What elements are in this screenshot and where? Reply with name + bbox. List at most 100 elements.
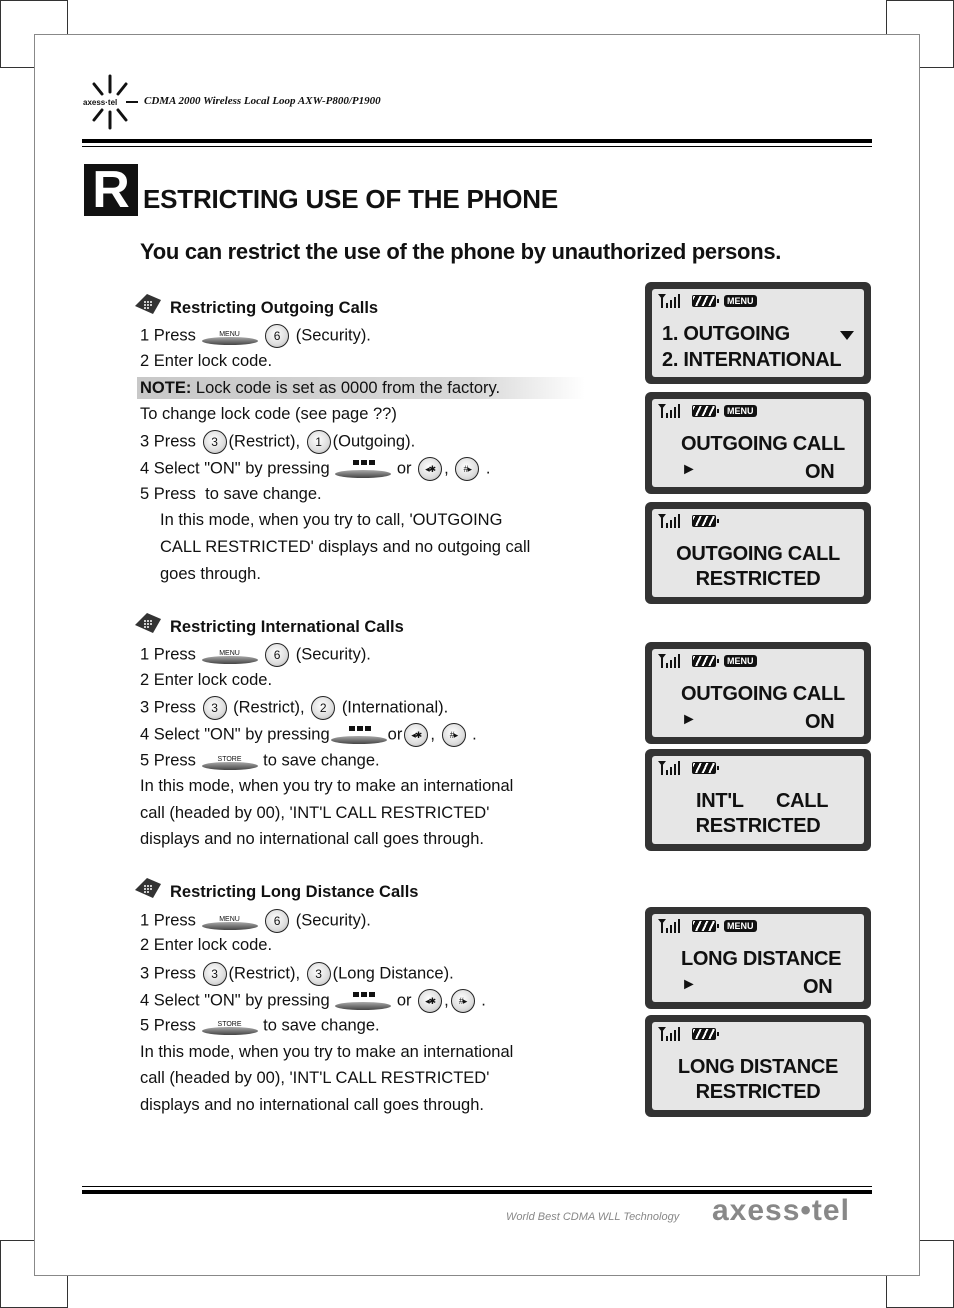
battery-icon	[692, 655, 719, 667]
lcd-line-2: 2. INTERNATIONAL	[662, 349, 842, 371]
status-bar	[658, 1026, 719, 1042]
battery-icon	[692, 920, 719, 932]
hash-right-key-icon: #▸	[441, 723, 466, 747]
lcd-line-1: 1. OUTGOING	[662, 323, 790, 345]
menu-badge: MENU	[724, 920, 757, 932]
lcd-screen-intl-restricted: INT'L CALL RESTRICTED	[645, 749, 871, 851]
lcd-screen-outgoing-on-2: MENU OUTGOING CALL ► ON	[645, 642, 871, 744]
battery-icon	[692, 1028, 719, 1040]
step-text: ,	[444, 459, 449, 478]
header-rule-thin	[82, 146, 872, 147]
digit-key-icon: 3	[202, 430, 227, 454]
note-body: Lock code is set as 0000 from the factor…	[191, 379, 501, 397]
lcd-screen-outgoing-restricted: OUTGOING CALL RESTRICTED	[645, 502, 871, 604]
header-rule	[82, 139, 872, 143]
digit-key-icon: 6	[265, 643, 290, 667]
footer-slogan: World Best CDMA WLL Technology	[506, 1211, 680, 1223]
footer-brand-logo: axess•tel	[712, 1194, 850, 1227]
step-text: 3 Press	[140, 698, 196, 717]
step-1-long-distance: 1 Press MENU 6 (Security).	[140, 909, 371, 933]
step-3-long-distance: 3 Press 3 (Restrict), 3 (Long Distance).	[140, 962, 454, 986]
step-text: ,	[444, 991, 449, 1010]
footer-rule-thin	[82, 1186, 872, 1187]
description-line: call (headed by 00), 'INT'L CALL RESTRIC…	[140, 804, 490, 822]
step-text: to save change.	[205, 485, 322, 503]
description-line: displays and no international call goes …	[140, 830, 484, 848]
lcd-value: ON	[805, 711, 835, 733]
digit-key-icon: 2	[311, 696, 336, 720]
step-text: .	[481, 991, 486, 1010]
digit-key-icon: 6	[265, 909, 290, 933]
step-1-outgoing: 1 Press MENU 6 (Security).	[140, 324, 371, 348]
star-left-key-icon: ◂✱	[418, 457, 443, 481]
step-text: 5 Press	[140, 751, 196, 770]
menu-key-icon: MENU	[201, 325, 258, 347]
telephone-icon	[135, 294, 161, 314]
nav-key-icon	[335, 990, 392, 1012]
step-4-international: 4 Select "ON" by pressing or ◂✱, #▸ .	[140, 723, 477, 747]
change-code-text: To change lock code (see page ??)	[140, 405, 397, 423]
step-text: 3 Press	[140, 964, 196, 983]
step-text: ,	[430, 725, 435, 744]
lcd-line-1b: CALL	[776, 790, 829, 812]
nav-key-icon	[330, 724, 387, 746]
step-5-long-distance: 5 Press STORE to save change.	[140, 1015, 380, 1037]
hash-right-key-icon: #▸	[455, 457, 480, 481]
telephone-icon	[135, 613, 161, 633]
signal-strength-icon	[658, 514, 680, 528]
lcd-line-1a: INT'L	[696, 790, 744, 812]
signal-strength-icon	[658, 294, 680, 308]
signal-strength-icon	[658, 761, 680, 775]
signal-strength-icon	[658, 919, 680, 933]
step-text: (Outgoing).	[332, 432, 416, 451]
step-text: 1 Press	[140, 911, 196, 930]
step-4-long-distance: 4 Select "ON" by pressing or ◂✱, #▸ .	[140, 989, 486, 1013]
description-line: displays and no international call goes …	[140, 1096, 484, 1114]
lcd-line-2: RESTRICTED	[695, 1081, 821, 1103]
step-3-outgoing: 3 Press 3 (Restrict), 1 (Outgoing).	[140, 430, 415, 454]
step-text: (International).	[341, 698, 449, 717]
nav-key-icon	[335, 458, 392, 480]
store-key-icon: STORE	[201, 1015, 258, 1037]
step-text: (Restrict),	[228, 432, 301, 451]
digit-key-icon: 3	[202, 962, 227, 986]
step-text: (Security).	[295, 326, 371, 345]
menu-badge: MENU	[724, 295, 757, 307]
store-key-icon: STORE	[201, 750, 258, 772]
star-left-key-icon: ◂✱	[418, 989, 443, 1013]
axesstel-logo-icon: axess·tel	[82, 74, 138, 130]
telephone-icon	[135, 878, 161, 898]
section-title-international: Restricting International Calls	[170, 618, 404, 636]
step-text: (Long Distance).	[332, 964, 454, 983]
menu-key-icon: MENU	[201, 644, 258, 666]
step-2-long-distance: 2 Enter lock code.	[140, 936, 273, 954]
step-text: to save change.	[263, 1016, 380, 1035]
lcd-screen-restrict-menu: MENU 1. OUTGOING 2. INTERNATIONAL	[645, 282, 871, 384]
battery-icon	[692, 295, 719, 307]
page-title: ESTRICTING USE OF THE PHONE	[143, 184, 558, 214]
lcd-line-2: RESTRICTED	[695, 568, 821, 590]
status-bar: MENU	[658, 918, 757, 934]
step-text: or	[396, 991, 412, 1010]
menu-badge: MENU	[724, 655, 757, 667]
document-title: CDMA 2000 Wireless Local Loop AXW-P800/P…	[144, 95, 381, 107]
step-2-outgoing: 2 Enter lock code.	[140, 352, 273, 370]
step-text: 5 Press	[140, 1016, 196, 1035]
status-bar	[658, 760, 719, 776]
scroll-down-icon	[840, 331, 854, 340]
lcd-line-1: LONG DISTANCE	[681, 948, 842, 970]
step-text: .	[472, 725, 477, 744]
step-text: (Security).	[295, 645, 371, 664]
section-title-outgoing: Restricting Outgoing Calls	[170, 299, 379, 317]
step-text: .	[485, 459, 491, 478]
step-text: or	[396, 459, 412, 478]
select-arrow-icon: ►	[681, 976, 697, 993]
note-label: NOTE:	[140, 379, 192, 397]
step-text: 3 Press	[140, 432, 196, 451]
status-bar: MENU	[658, 293, 757, 309]
star-left-key-icon: ◂✱	[404, 723, 429, 747]
description-line: In this mode, when you try to call, 'OUT…	[160, 511, 503, 529]
lcd-screen-long-distance-on: MENU LONG DISTANCE ► ON	[645, 907, 871, 1009]
digit-key-icon: 1	[306, 430, 331, 454]
battery-icon	[692, 515, 719, 527]
